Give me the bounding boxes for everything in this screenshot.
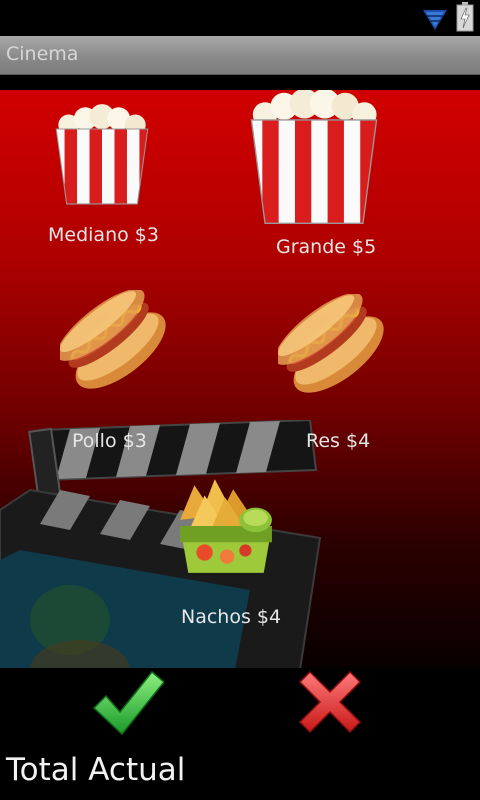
item-label-nachos: Nachos $4 bbox=[181, 606, 282, 628]
item-label-grande: Grande $5 bbox=[276, 236, 377, 258]
menu-area: Mediano $3 Grande $5 Pollo $3 Res $4 Nac… bbox=[0, 90, 480, 668]
nachos-icon bbox=[180, 479, 272, 573]
menu-item-mediano[interactable]: Mediano $3 bbox=[48, 102, 159, 252]
wifi-icon bbox=[423, 10, 447, 30]
app-title: Cinema bbox=[6, 43, 79, 65]
cross-icon bbox=[298, 670, 362, 734]
item-label-mediano: Mediano $3 bbox=[48, 224, 159, 246]
hotdog-icon bbox=[60, 290, 166, 389]
hotdog-icon bbox=[278, 294, 384, 393]
confirm-button[interactable] bbox=[92, 668, 166, 738]
menu-item-nachos[interactable]: Nachos $4 bbox=[172, 474, 292, 634]
popcorn-medium-icon bbox=[55, 104, 149, 205]
title-bar: Cinema bbox=[0, 36, 480, 75]
menu-item-pollo[interactable]: Pollo $3 bbox=[60, 290, 170, 455]
checkmark-icon bbox=[92, 670, 166, 736]
item-label-pollo: Pollo $3 bbox=[72, 430, 147, 452]
menu-item-res[interactable]: Res $4 bbox=[278, 294, 388, 459]
battery-charging-icon bbox=[456, 2, 474, 32]
action-bar bbox=[0, 668, 480, 750]
status-bar bbox=[0, 0, 480, 36]
popcorn-large-icon bbox=[250, 90, 378, 224]
cancel-button[interactable] bbox=[296, 668, 364, 736]
item-label-res: Res $4 bbox=[306, 430, 371, 452]
total-label: Total Actual bbox=[6, 752, 186, 788]
menu-item-grande[interactable]: Grande $5 bbox=[245, 90, 385, 270]
